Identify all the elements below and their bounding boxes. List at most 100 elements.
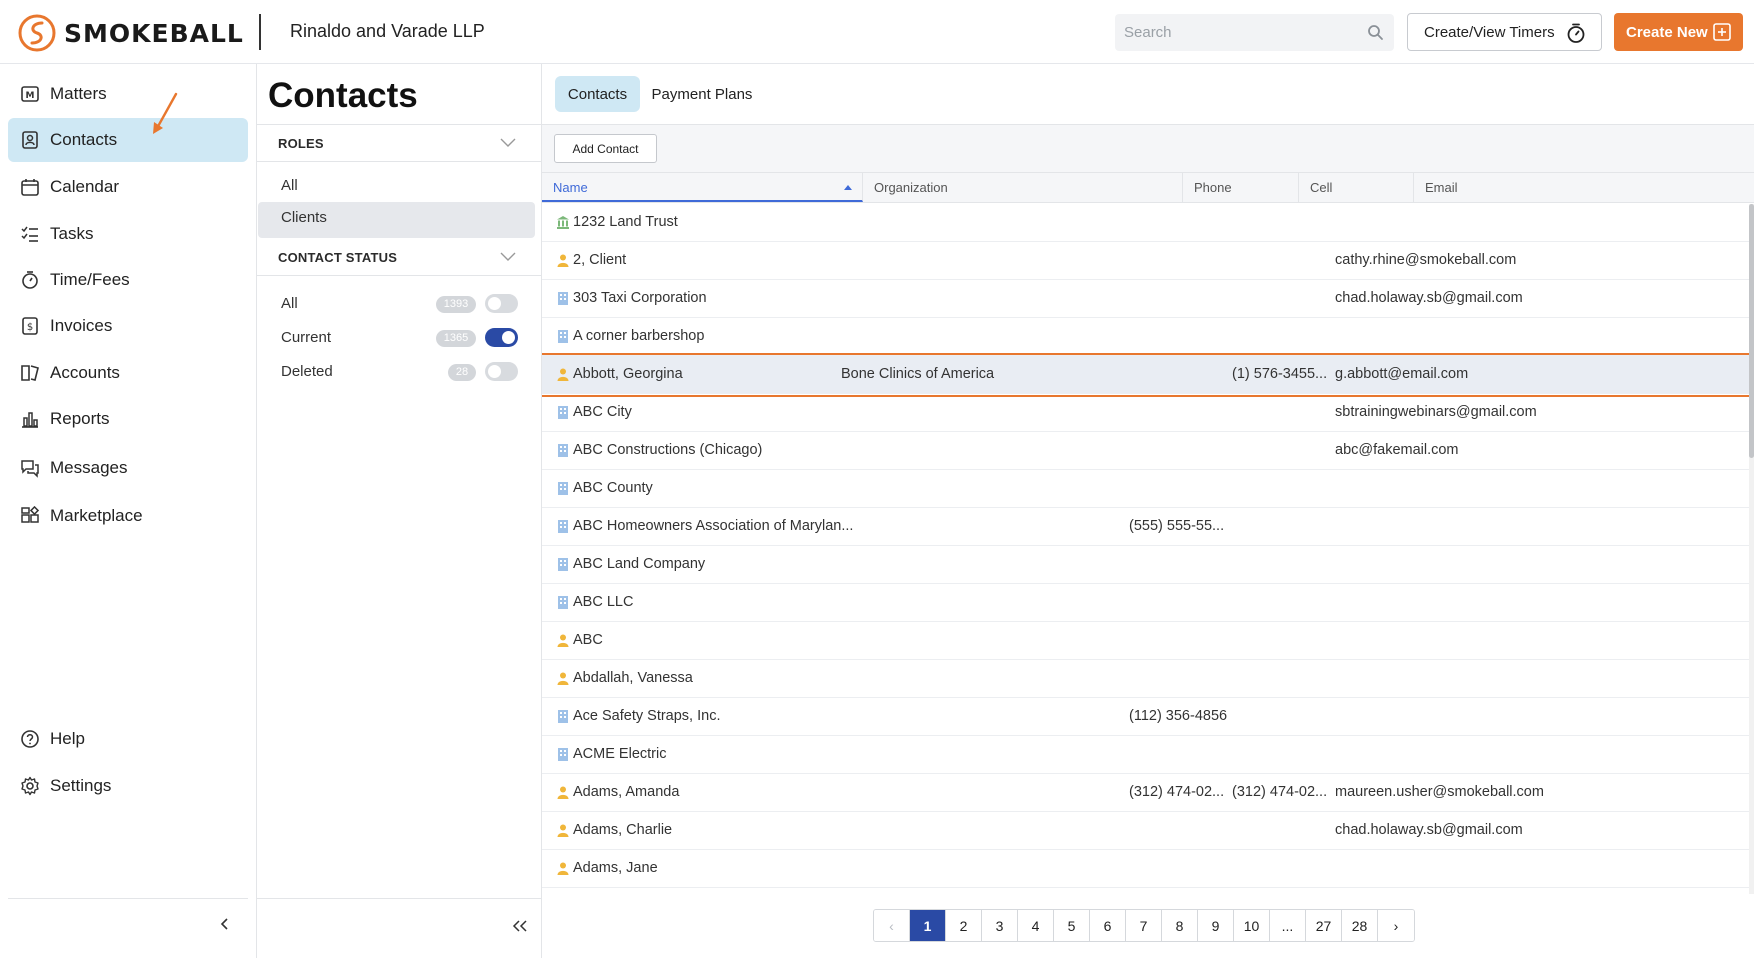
sidebar-item-messages[interactable]: Messages bbox=[8, 446, 248, 490]
chevron-left-icon[interactable] bbox=[218, 917, 232, 931]
table-row[interactable]: ACME Electric bbox=[542, 736, 1749, 774]
cell-cell: (312) 474-02... bbox=[1232, 784, 1328, 800]
contacts-filter-panel: Contacts ROLES All Clients CONTACT STATU… bbox=[257, 64, 542, 958]
smokeball-logo[interactable]: SMOKEBALL bbox=[18, 14, 244, 52]
scrollbar-thumb[interactable] bbox=[1749, 204, 1754, 458]
table-row[interactable]: Abdallah, Vanessa bbox=[542, 660, 1749, 698]
sidebar-item-label: Marketplace bbox=[50, 506, 143, 525]
table-row[interactable]: Adams, Jane bbox=[542, 850, 1749, 888]
cell-email: g.abbott@email.com bbox=[1335, 366, 1469, 382]
pagination-page-27[interactable]: 27 bbox=[1306, 910, 1342, 941]
sidebar-item-time-fees[interactable]: Time/Fees bbox=[8, 258, 248, 302]
sidebar-item-invoices[interactable]: $ Invoices bbox=[8, 304, 248, 348]
sidebar-item-label: Messages bbox=[50, 458, 128, 477]
pagination-page-8[interactable]: 8 bbox=[1162, 910, 1198, 941]
pagination-page-6[interactable]: 6 bbox=[1090, 910, 1126, 941]
panel-divider bbox=[257, 898, 542, 899]
pagination-page-2[interactable]: 2 bbox=[946, 910, 982, 941]
create-new-button[interactable]: Create New bbox=[1614, 13, 1743, 51]
pagination-page-3[interactable]: 3 bbox=[982, 910, 1018, 941]
table-row[interactable]: ABC LLC bbox=[542, 584, 1749, 622]
pagination-page-28[interactable]: 28 bbox=[1342, 910, 1378, 941]
sidebar-item-accounts[interactable]: Accounts bbox=[8, 351, 248, 395]
cell-phone bbox=[1129, 850, 1229, 887]
building-icon bbox=[556, 557, 570, 572]
sidebar-item-reports[interactable]: Reports bbox=[8, 397, 248, 441]
table-row[interactable]: 1232 Land Trust bbox=[542, 204, 1749, 242]
table-row[interactable]: Abbott, Georgina Bone Clinics of America (… bbox=[542, 356, 1749, 394]
sidebar-item-settings[interactable]: Settings bbox=[8, 764, 248, 808]
sidebar-item-label: Help bbox=[50, 729, 85, 748]
pagination-next-button[interactable]: › bbox=[1378, 910, 1414, 941]
table-row[interactable]: ABC County bbox=[542, 470, 1749, 508]
cell-phone bbox=[1129, 622, 1229, 659]
cell-name: 1232 Land Trust bbox=[573, 214, 678, 230]
sidebar-item-matters[interactable]: M Matters bbox=[8, 72, 248, 116]
cell-phone bbox=[1129, 318, 1229, 355]
tab-contacts[interactable]: Contacts bbox=[555, 76, 640, 112]
table-row[interactable]: 2, Client cathy.rhine@smokeball.com bbox=[542, 242, 1749, 280]
contact-status-section-title[interactable]: CONTACT STATUS bbox=[278, 250, 397, 265]
pagination-page-9[interactable]: 9 bbox=[1198, 910, 1234, 941]
column-header-organization[interactable]: Organization bbox=[863, 173, 1183, 202]
cell-email bbox=[1335, 622, 1635, 659]
sidebar-item-tasks[interactable]: Tasks bbox=[8, 212, 248, 256]
search-icon[interactable] bbox=[1367, 24, 1384, 41]
column-header-cell[interactable]: Cell bbox=[1299, 173, 1414, 202]
column-header-email[interactable]: Email bbox=[1414, 173, 1754, 202]
person-icon bbox=[556, 633, 570, 648]
roles-section-title[interactable]: ROLES bbox=[278, 136, 324, 151]
cell-phone bbox=[1129, 356, 1229, 393]
table-row[interactable]: 303 Taxi Corporation chad.holaway.sb@gmai… bbox=[542, 280, 1749, 318]
table-row[interactable]: Adams, Charlie chad.holaway.sb@gmail.com bbox=[542, 812, 1749, 850]
pagination-page-7[interactable]: 7 bbox=[1126, 910, 1162, 941]
status-label: All bbox=[281, 295, 298, 312]
page-title: Contacts bbox=[268, 76, 418, 115]
sidebar-item-label: Calendar bbox=[50, 177, 119, 196]
create-view-timers-button[interactable]: Create/View Timers bbox=[1407, 13, 1602, 51]
cell-name: ABC bbox=[573, 632, 603, 648]
cell-cell bbox=[1232, 318, 1332, 355]
table-row[interactable]: ABC bbox=[542, 622, 1749, 660]
pagination-prev-button[interactable]: ‹ bbox=[874, 910, 910, 941]
pagination-page-4[interactable]: 4 bbox=[1018, 910, 1054, 941]
pagination-page-1[interactable]: 1 bbox=[910, 910, 946, 941]
status-current-toggle[interactable] bbox=[485, 328, 518, 347]
cell-phone bbox=[1129, 546, 1229, 583]
table-row[interactable]: A corner barbershop bbox=[542, 318, 1749, 356]
table-row[interactable]: Ace Safety Straps, Inc. (112) 356-4856 bbox=[542, 698, 1749, 736]
role-filter-clients[interactable]: Clients bbox=[281, 209, 327, 226]
double-chevron-left-icon[interactable] bbox=[511, 919, 529, 933]
sidebar-item-calendar[interactable]: Calendar bbox=[8, 165, 248, 209]
tab-payment-plans[interactable]: Payment Plans bbox=[648, 76, 756, 112]
cell-phone bbox=[1129, 280, 1229, 317]
status-all-toggle[interactable] bbox=[485, 294, 518, 313]
pagination-page-5[interactable]: 5 bbox=[1054, 910, 1090, 941]
header-divider bbox=[259, 14, 261, 50]
add-contact-button[interactable]: Add Contact bbox=[554, 134, 657, 163]
status-deleted-toggle[interactable] bbox=[485, 362, 518, 381]
column-header-name[interactable]: Name bbox=[542, 173, 863, 202]
person-icon bbox=[556, 785, 570, 800]
column-header-phone[interactable]: Phone bbox=[1183, 173, 1299, 202]
table-row[interactable]: ABC Land Company bbox=[542, 546, 1749, 584]
cell-name: 2, Client bbox=[573, 252, 627, 268]
sidebar-item-contacts[interactable]: Contacts bbox=[8, 118, 248, 162]
table-row[interactable]: Adams, Amanda (312) 474-02... (312) 474-02… bbox=[542, 774, 1749, 812]
table-row[interactable]: ABC City sbtrainingwebinars@gmail.com bbox=[542, 394, 1749, 432]
sidebar-item-label: Matters bbox=[50, 84, 107, 103]
pagination-page-10[interactable]: 10 bbox=[1234, 910, 1270, 941]
sidebar-item-help[interactable]: Help bbox=[8, 717, 248, 761]
cell-organization bbox=[841, 242, 1171, 279]
sidebar-item-marketplace[interactable]: Marketplace bbox=[8, 494, 248, 538]
table-row[interactable]: ABC Constructions (Chicago) abc@fakemail.… bbox=[542, 432, 1749, 470]
sidebar-item-label: Contacts bbox=[50, 130, 118, 149]
table-row[interactable]: ABC Homeowners Association of Marylan...… bbox=[542, 508, 1749, 546]
chevron-down-icon[interactable] bbox=[500, 252, 516, 262]
cell-name: ABC Land Company bbox=[573, 556, 706, 572]
search-input[interactable] bbox=[1115, 14, 1355, 51]
chevron-down-icon[interactable] bbox=[500, 138, 516, 148]
table-scrollbar[interactable] bbox=[1749, 204, 1754, 894]
role-filter-all[interactable]: All bbox=[281, 177, 298, 194]
cell-cell bbox=[1232, 280, 1332, 317]
